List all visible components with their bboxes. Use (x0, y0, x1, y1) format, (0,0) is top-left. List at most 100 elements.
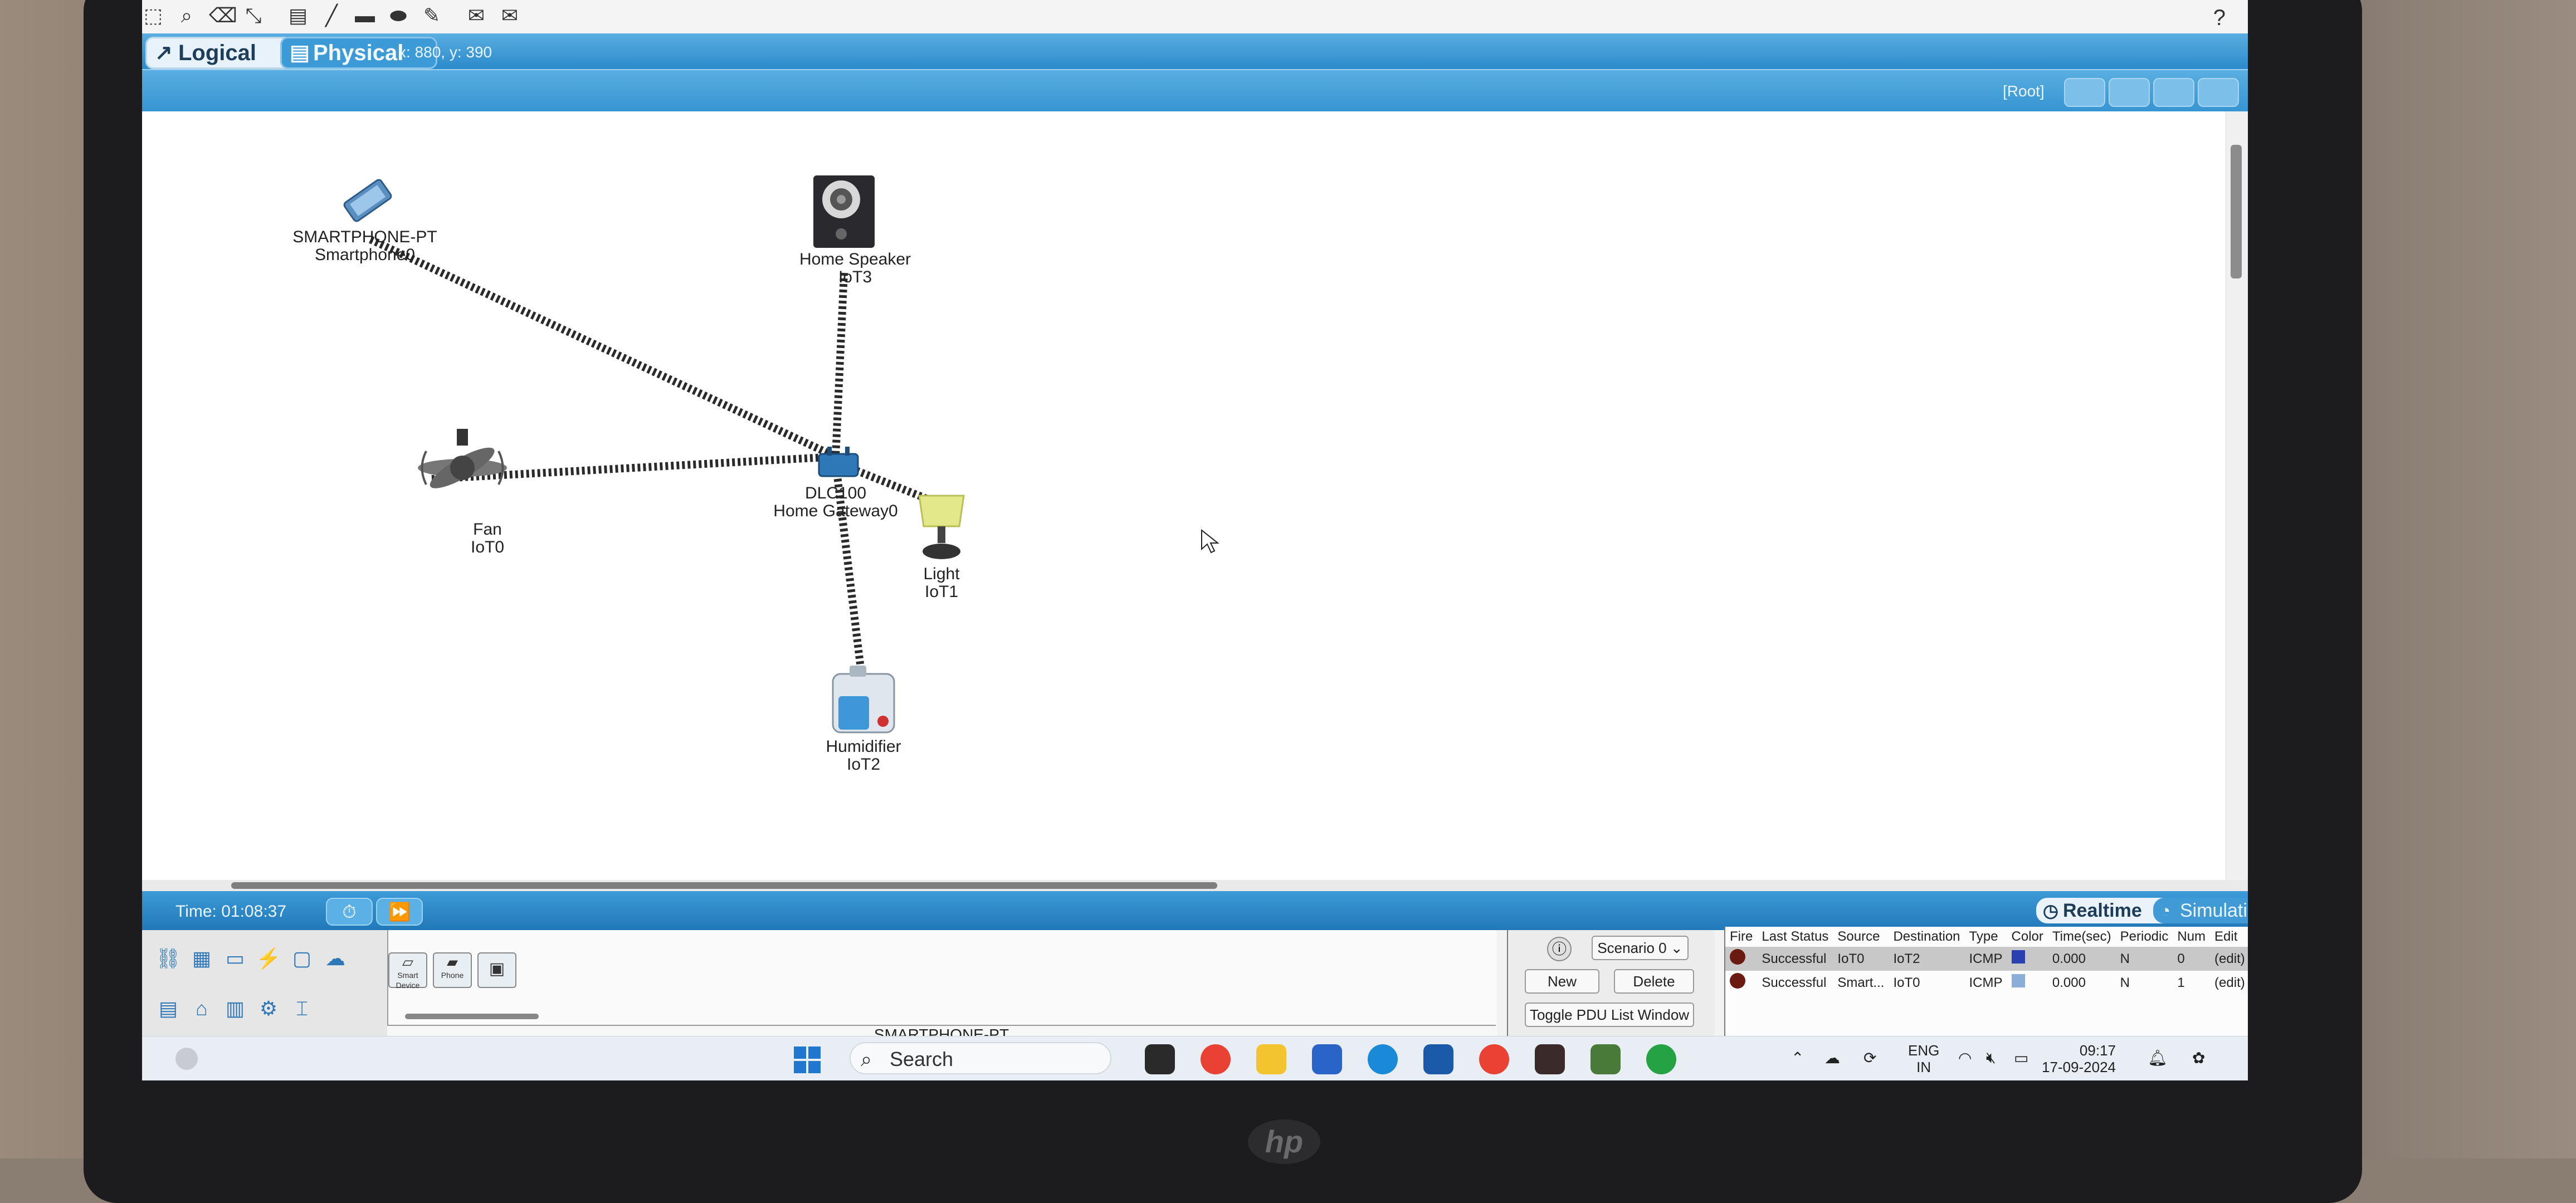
battery-icon[interactable]: ▭ (2014, 1049, 2028, 1067)
start-button[interactable] (794, 1046, 821, 1073)
light-icon[interactable] (911, 490, 972, 563)
fan-icon[interactable] (415, 429, 510, 518)
fast-forward-button[interactable]: ⏩ (376, 898, 423, 926)
phone-item[interactable]: ▰ Phone (433, 952, 472, 988)
viewport-button[interactable] (2198, 78, 2239, 107)
chevron-up-icon[interactable]: ⌃ (1791, 1049, 1804, 1067)
humidifier-label: Humidifier IoT2 (826, 738, 901, 774)
new-cluster-button[interactable] (2064, 78, 2105, 107)
cloud-icon[interactable]: ☁ (1824, 1049, 1840, 1067)
move-object-button[interactable] (2109, 78, 2150, 107)
scenario-value: Scenario 0 (1597, 940, 1667, 956)
widgets-icon[interactable] (175, 1048, 198, 1070)
file-explorer-icon[interactable] (1256, 1044, 1286, 1074)
components-icon[interactable]: ▭ (220, 947, 250, 970)
pdu-header-cell: Time(sec) (2052, 929, 2111, 944)
select-tool-icon[interactable]: ⬚ (142, 4, 164, 27)
complex-pdu-icon[interactable]: ✉ (499, 4, 521, 27)
packet-tracer-icon[interactable] (1591, 1044, 1621, 1074)
end-devices-sub-icon[interactable]: ▤ (153, 997, 183, 1020)
pdu-row[interactable]: SuccessfulIoT0IoT2ICMP0.000N0(edit)(dele… (1725, 947, 2248, 971)
sync-icon[interactable]: ⟳ (1863, 1049, 1876, 1067)
whatsapp-icon[interactable] (1646, 1044, 1676, 1074)
region-code: IN (1916, 1059, 1931, 1075)
multiuser-icon[interactable]: ☁ (320, 947, 350, 970)
chrome-profile-icon[interactable] (1479, 1044, 1509, 1074)
chrome-icon[interactable] (1201, 1044, 1231, 1074)
logical-icon: ↗ (155, 41, 173, 65)
smartphone-icon[interactable] (337, 175, 398, 226)
navigation-bar: [Root] (142, 69, 2248, 113)
mute-icon[interactable]: 🔇︎ (1986, 1049, 1996, 1067)
realtime-clock-icon: ◷ (2043, 901, 2058, 921)
power-grid-icon[interactable]: ⌶ (287, 997, 317, 1020)
pdu-fire-cell[interactable] (1725, 947, 1757, 971)
smartphone-id: Smartphone0 (314, 246, 416, 264)
line-icon[interactable]: ╱ (320, 4, 343, 27)
set-tiled-background-button[interactable] (2153, 78, 2194, 107)
toggle-pdu-list-button[interactable]: Toggle PDU List Window (1525, 1002, 1694, 1027)
subpanel-scrollbar[interactable] (405, 1014, 539, 1019)
home-speaker-icon[interactable] (811, 173, 877, 251)
scenario-select[interactable]: Scenario 0 ⌄ (1592, 936, 1689, 960)
taskbar-search[interactable]: ⌕ Search (850, 1042, 1111, 1074)
industrial-icon[interactable]: ⚙ (253, 997, 284, 1020)
device-subtype-panel: ▱ Smart Device ▰ Phone ▣ (387, 930, 1497, 1036)
edge-icon[interactable] (1368, 1044, 1398, 1074)
horizontal-scroll-thumb[interactable] (231, 882, 1217, 889)
simulation-mode-button[interactable]: ◔ Simulation (2153, 898, 2248, 923)
inspect-icon[interactable]: ⌕ (175, 4, 198, 27)
smart-device-label: Smart Device (396, 971, 420, 990)
language-indicator[interactable]: ENG IN (1908, 1042, 1939, 1075)
pdu-edit-cell[interactable]: (edit) (2210, 971, 2248, 995)
smart-city-icon[interactable]: ▥ (220, 997, 250, 1020)
help-button[interactable]: ? (2213, 6, 2226, 31)
pdu-destination-cell: IoT0 (1893, 975, 1920, 990)
info-icon[interactable]: ⓘ (1547, 937, 1572, 961)
home-icon[interactable]: ⌂ (187, 997, 217, 1020)
network-app-icon[interactable] (1423, 1044, 1453, 1074)
task-view-icon[interactable] (1145, 1044, 1175, 1074)
network-devices-icon[interactable]: ⛓ (153, 947, 183, 970)
ellipse-icon[interactable]: ⬬ (387, 4, 409, 27)
root-label[interactable]: [Root] (2003, 82, 2045, 100)
freeform-icon[interactable]: ✎ (421, 4, 443, 27)
taskbar-clock[interactable]: 09:17 17-09-2024 (2042, 1042, 2116, 1075)
power-cycle-button[interactable]: ⏱ (326, 898, 373, 926)
pdu-num-cell: 0 (2177, 951, 2185, 966)
pdu-periodic-cell: N (2120, 951, 2130, 966)
light-name: Light (923, 565, 960, 583)
pdu-header-cell: Periodic (2120, 929, 2169, 944)
hp-logo: hp (1248, 1119, 1320, 1164)
fire-indicator-icon[interactable] (1730, 949, 1745, 965)
pdu-color-cell (2007, 971, 2048, 995)
note-icon[interactable]: ▤ (287, 4, 309, 27)
rectangle-icon[interactable]: ▬ (354, 4, 376, 27)
simple-pdu-icon[interactable]: ✉ (465, 4, 487, 27)
screen: ⬚ ⌕ ⌫ ⤡ ▤ ╱ ▬ ⬬ ✎ ✉ ✉ ? ↗ Logical ▤ Physic… (142, 0, 2248, 1080)
pdu-edit-cell[interactable]: (edit) (2210, 947, 2248, 971)
connections-icon[interactable]: ⚡ (253, 947, 284, 970)
humidifier-icon[interactable] (827, 663, 900, 735)
end-devices-icon[interactable]: ▦ (187, 947, 217, 970)
copilot-icon[interactable]: ✿ (2192, 1049, 2205, 1067)
vertical-scrollbar[interactable] (2226, 111, 2248, 880)
home-gateway-icon[interactable] (816, 446, 861, 479)
delete-icon[interactable]: ⌫ (209, 4, 237, 27)
vertical-scroll-thumb[interactable] (2231, 145, 2242, 278)
miscellaneous-icon[interactable]: ▢ (287, 947, 317, 970)
resize-icon[interactable]: ⤡ (242, 4, 265, 27)
horizontal-scrollbar[interactable] (142, 880, 2248, 891)
wifi-icon[interactable]: ◠ (1958, 1049, 1972, 1067)
delete-scenario-button[interactable]: Delete (1614, 969, 1694, 994)
smart-device-item[interactable]: ▱ Smart Device (388, 952, 427, 990)
store-icon[interactable] (1312, 1044, 1342, 1074)
pdu-row[interactable]: SuccessfulSmart...IoT0ICMP0.000N1(edit)(… (1725, 971, 2248, 995)
other-device-item[interactable]: ▣ (477, 952, 516, 988)
logical-workspace-canvas[interactable]: SMARTPHONE-PT Smartphone0 Home Speaker IoT… (142, 111, 2226, 880)
fire-indicator-icon[interactable] (1730, 973, 1745, 989)
pdu-fire-cell[interactable] (1725, 971, 1757, 995)
media-app-icon[interactable] (1535, 1044, 1565, 1074)
new-scenario-button[interactable]: New (1525, 969, 1599, 994)
notification-bell-icon[interactable]: 🔔︎ (2148, 1049, 2168, 1067)
